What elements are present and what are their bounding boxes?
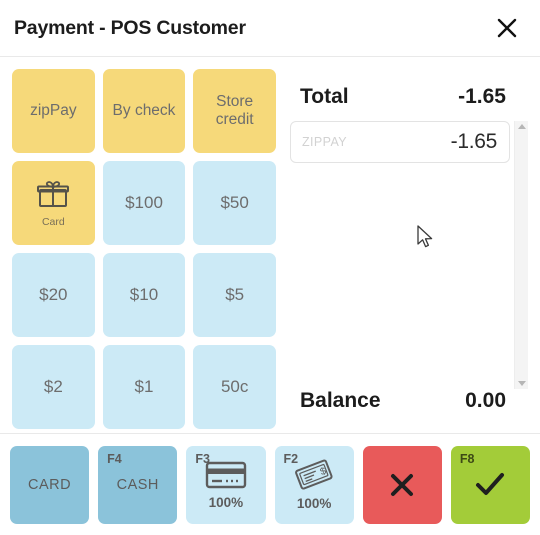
keypad-key-zippay[interactable]: zipPay <box>12 69 95 153</box>
keypad-key-20[interactable]: $20 <box>12 253 95 337</box>
keypad-key-label: $100 <box>125 193 163 213</box>
balance-label: Balance <box>300 389 381 412</box>
fkey-tag: F3 <box>195 451 210 466</box>
dialog-header: Payment - POS Customer <box>0 0 540 57</box>
credit-card-icon <box>205 460 247 490</box>
balance-value: 0.00 <box>465 389 506 412</box>
keypad-key-store-credit[interactable]: Store credit <box>193 69 276 153</box>
total-label: Total <box>300 85 349 108</box>
payment-summary: Total -1.65 ZIPPAY -1.65 Balance 0.00 <box>278 69 530 429</box>
payment-lines-area: ZIPPAY -1.65 <box>290 121 528 389</box>
payment-keypad: zipPay By check Store credit Card $100 $50 $20… <box>10 69 278 429</box>
payment-line-amount: -1.65 <box>450 130 498 153</box>
total-value: -1.65 <box>458 85 506 108</box>
keypad-key-label: $5 <box>225 285 245 305</box>
cash-pct-button[interactable]: F2 $100% <box>274 445 354 524</box>
keypad-key-by-check[interactable]: By check <box>102 69 186 153</box>
fkey-label: CASH <box>116 476 159 493</box>
keypad-key-label: Store credit <box>215 93 254 128</box>
keypad-key-50[interactable]: $50 <box>193 161 276 245</box>
payment-dialog: Payment - POS Customer zipPay By check Sto… <box>0 0 540 535</box>
keypad-key-label: 50c <box>220 377 249 397</box>
keypad-key-label: By check <box>112 102 176 120</box>
payment-lines-scrollbar[interactable] <box>514 121 528 389</box>
fkey-percent: 100% <box>208 494 244 510</box>
keypad-key-1[interactable]: $1 <box>102 345 186 429</box>
keypad-key-label: $1 <box>134 377 154 397</box>
close-icon[interactable] <box>492 13 522 43</box>
keypad-key-label: $2 <box>43 377 63 397</box>
cancel-button[interactable] <box>362 445 442 524</box>
keypad-key-100[interactable]: $100 <box>102 161 186 245</box>
balance-row: Balance 0.00 <box>290 389 528 413</box>
cash-button[interactable]: F4 CASH <box>98 445 178 524</box>
keypad-key-label: Card <box>41 215 65 228</box>
action-bar: CARD F4 CASH F3 100% F2 $100% F8 <box>0 433 540 535</box>
scroll-down-arrow-icon[interactable] <box>517 381 526 386</box>
gift-icon <box>36 178 70 210</box>
x-icon <box>386 469 418 501</box>
payment-lines-list: ZIPPAY -1.65 <box>290 121 514 389</box>
keypad-key-50c[interactable]: 50c <box>193 345 276 429</box>
dialog-body: zipPay By check Store credit Card $100 $50 $20… <box>0 57 540 433</box>
keypad-key-5[interactable]: $5 <box>193 253 276 337</box>
page-title: Payment - POS Customer <box>14 16 246 39</box>
keypad-key-10[interactable]: $10 <box>102 253 186 337</box>
scroll-up-arrow-icon[interactable] <box>517 124 526 129</box>
fkey-percent: 100% <box>296 495 332 511</box>
keypad-key-card[interactable]: Card <box>12 161 95 245</box>
keypad-key-2[interactable]: $2 <box>12 345 95 429</box>
keypad-key-label: zipPay <box>30 102 77 120</box>
payment-line[interactable]: ZIPPAY -1.65 <box>290 121 510 163</box>
fkey-tag: F4 <box>107 451 122 466</box>
fkey-tag: F2 <box>283 451 299 466</box>
keypad-key-label: $10 <box>129 285 159 305</box>
fkey-label: CARD <box>28 476 72 493</box>
keypad-key-label: $20 <box>39 285 68 305</box>
card-pct-button[interactable]: F3 100% <box>186 445 266 524</box>
fkey-tag: F8 <box>459 451 475 466</box>
confirm-button[interactable]: F8 <box>450 445 531 524</box>
total-row: Total -1.65 <box>290 85 528 109</box>
keypad-key-label: $50 <box>220 193 249 213</box>
card-button[interactable]: CARD <box>10 445 90 524</box>
banknotes-icon: $ <box>293 459 335 491</box>
payment-line-label: ZIPPAY <box>302 135 348 149</box>
check-icon <box>473 469 507 501</box>
